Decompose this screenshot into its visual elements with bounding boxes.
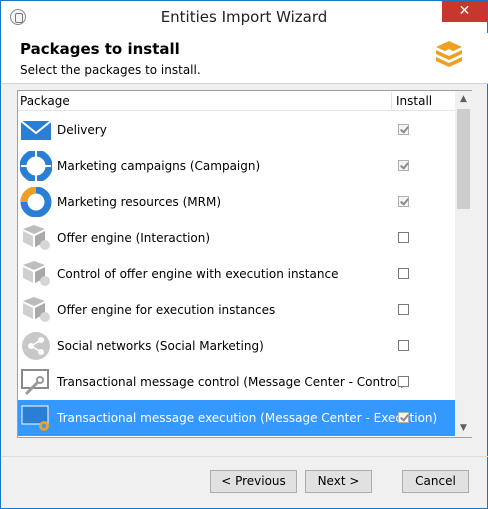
list-item-label: Offer engine for execution instances xyxy=(57,303,276,317)
packages-list[interactable]: Package Install Delivery Marketing campai… xyxy=(17,90,472,438)
wizard-window: Entities Import Wizard ✕ Packages to ins… xyxy=(0,0,488,509)
list-item[interactable]: Social networks (Social Marketing) xyxy=(18,328,455,364)
scroll-down-icon[interactable]: ▼ xyxy=(455,420,472,437)
wizard-header: Packages to install Select the packages … xyxy=(2,33,488,83)
packages-icon xyxy=(436,41,462,67)
scroll-thumb[interactable] xyxy=(457,109,470,209)
list-item-label: Transactional message control (Message C… xyxy=(57,375,405,389)
list-item[interactable]: Transactional message execution (Message… xyxy=(18,400,455,436)
list-header: Package Install xyxy=(18,91,455,111)
list-item[interactable]: Marketing resources (MRM) xyxy=(18,184,455,220)
cancel-button[interactable]: Cancel xyxy=(402,470,469,493)
list-item[interactable]: Delivery xyxy=(18,112,455,148)
list-item-label: Social networks (Social Marketing) xyxy=(57,339,264,353)
scroll-up-icon[interactable]: ▲ xyxy=(455,91,472,108)
install-checkbox[interactable] xyxy=(398,304,409,315)
install-checkbox[interactable] xyxy=(398,232,409,243)
vertical-scrollbar[interactable]: ▲ ▼ xyxy=(455,91,472,437)
install-checkbox[interactable] xyxy=(398,412,409,423)
header-divider xyxy=(2,83,488,84)
list-item-label: Delivery xyxy=(57,123,107,137)
column-divider xyxy=(391,92,392,110)
install-checkbox[interactable] xyxy=(398,340,409,351)
list-item-label: Control of offer engine with execution i… xyxy=(57,267,339,281)
message-control-icon xyxy=(20,367,52,397)
mrm-icon xyxy=(20,186,52,218)
page-title: Packages to install xyxy=(20,40,180,58)
list-item-label: Offer engine (Interaction) xyxy=(57,231,211,245)
install-checkbox[interactable] xyxy=(398,124,409,135)
window-title: Entities Import Wizard xyxy=(160,8,328,26)
install-checkbox[interactable] xyxy=(398,160,409,171)
next-button[interactable]: Next > xyxy=(305,470,372,493)
footer-divider xyxy=(2,456,488,457)
campaign-icon xyxy=(19,149,53,183)
offer-engine-icon xyxy=(20,295,52,325)
title-bar: Entities Import Wizard ✕ xyxy=(1,1,487,33)
close-button[interactable]: ✕ xyxy=(442,1,487,22)
previous-button[interactable]: < Previous xyxy=(210,470,297,493)
social-icon xyxy=(20,331,52,361)
message-execution-icon xyxy=(20,403,52,433)
list-item-label: Marketing campaigns (Campaign) xyxy=(57,159,261,173)
list-item[interactable]: Offer engine (Interaction) xyxy=(18,220,455,256)
list-item-label: Marketing resources (MRM) xyxy=(57,195,221,209)
list-item[interactable]: Transactional message control (Message C… xyxy=(18,364,455,400)
column-package[interactable]: Package xyxy=(20,94,70,108)
install-checkbox[interactable] xyxy=(398,376,409,387)
offer-engine-icon xyxy=(20,223,52,253)
envelope-icon xyxy=(20,115,52,145)
list-item[interactable]: Marketing campaigns (Campaign) xyxy=(18,148,455,184)
page-subtitle: Select the packages to install. xyxy=(20,63,201,77)
install-checkbox[interactable] xyxy=(398,196,409,207)
column-install[interactable]: Install xyxy=(396,94,432,108)
install-checkbox[interactable] xyxy=(398,268,409,279)
offer-engine-icon xyxy=(20,259,52,289)
list-item-label: Transactional message execution (Message… xyxy=(57,411,438,425)
list-item[interactable]: Offer engine for execution instances xyxy=(18,292,455,328)
list-item[interactable]: Control of offer engine with execution i… xyxy=(18,256,455,292)
